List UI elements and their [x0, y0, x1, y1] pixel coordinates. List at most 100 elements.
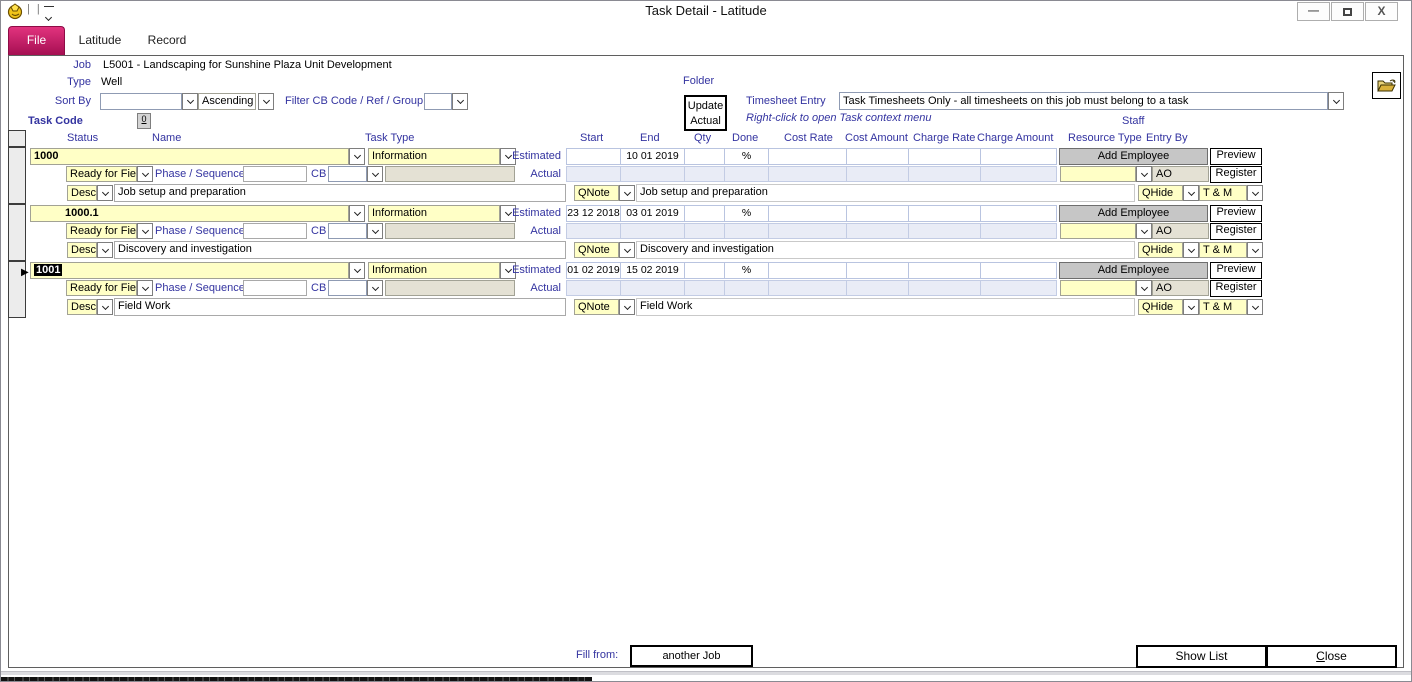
task-code-dropdown[interactable] — [349, 205, 365, 222]
done-actual-cell[interactable] — [724, 280, 769, 296]
cost-rate-estimated-cell[interactable] — [768, 205, 847, 222]
resource-type-field[interactable] — [1060, 223, 1136, 239]
maximize-button[interactable] — [1331, 2, 1364, 21]
register-button[interactable]: Register — [1210, 166, 1262, 183]
qnote-selector-field[interactable]: QNote — [574, 185, 619, 201]
add-employee-button[interactable]: Add Employee — [1059, 262, 1208, 279]
cost-amount-estimated-cell[interactable] — [846, 148, 909, 165]
timesheet-entry-value[interactable]: Task Timesheets Only - all timesheets on… — [839, 92, 1328, 110]
close-button[interactable]: X — [1365, 2, 1398, 21]
show-list-button[interactable]: Show List — [1136, 645, 1267, 668]
charge-amount-actual-cell[interactable] — [980, 280, 1057, 296]
qhide-dropdown[interactable] — [1183, 299, 1199, 315]
qnote-dropdown[interactable] — [619, 299, 635, 315]
qty-actual-cell[interactable] — [684, 280, 725, 296]
resource-type-field[interactable] — [1060, 166, 1136, 182]
register-button[interactable]: Register — [1210, 280, 1262, 297]
charge-amount-actual-cell[interactable] — [980, 223, 1057, 239]
preview-button[interactable]: Preview — [1210, 205, 1262, 222]
qty-estimated-cell[interactable] — [684, 148, 725, 165]
cost-rate-actual-cell[interactable] — [768, 223, 847, 239]
resource-type-dropdown[interactable] — [1136, 223, 1152, 239]
description-field[interactable]: Field Work — [114, 298, 566, 316]
cb-field[interactable] — [328, 280, 367, 296]
cost-rate-estimated-cell[interactable] — [768, 262, 847, 279]
start-estimated-cell[interactable] — [566, 148, 621, 165]
status-field[interactable]: Ready for Fie — [66, 223, 137, 239]
add-employee-button[interactable]: Add Employee — [1059, 205, 1208, 222]
qnote-selector-field[interactable]: QNote — [574, 299, 619, 315]
cb-dropdown[interactable] — [367, 280, 383, 296]
qhide-field[interactable]: QHide — [1138, 242, 1183, 258]
cost-rate-estimated-cell[interactable] — [768, 148, 847, 165]
cost-amount-actual-cell[interactable] — [846, 223, 909, 239]
qnote-field[interactable]: Field Work — [636, 298, 1135, 316]
qhide-field[interactable]: QHide — [1138, 299, 1183, 315]
another-job-button[interactable]: another Job — [630, 645, 753, 667]
done-estimated-cell[interactable]: % — [724, 205, 769, 222]
cost-amount-estimated-cell[interactable] — [846, 262, 909, 279]
qhide-dropdown[interactable] — [1183, 242, 1199, 258]
tab-file[interactable]: File — [8, 26, 65, 55]
end-actual-cell[interactable] — [620, 223, 685, 239]
billing-type-field[interactable]: T & M — [1199, 185, 1247, 201]
task-code-field[interactable]: 1000 — [30, 148, 349, 165]
sort-by-dropdown[interactable] — [182, 93, 198, 110]
task-type-field[interactable]: Information — [368, 262, 500, 279]
end-estimated-cell[interactable]: 15 02 2019 — [620, 262, 685, 279]
billing-type-field[interactable]: T & M — [1199, 242, 1247, 258]
qhide-field[interactable]: QHide — [1138, 185, 1183, 201]
qhide-dropdown[interactable] — [1183, 185, 1199, 201]
charge-amount-estimated-cell[interactable] — [980, 148, 1057, 165]
phase-sequence-field[interactable] — [243, 166, 307, 182]
cb-field[interactable] — [328, 166, 367, 182]
open-folder-button[interactable] — [1372, 72, 1401, 99]
description-field[interactable]: Discovery and investigation — [114, 241, 566, 259]
charge-amount-actual-cell[interactable] — [980, 166, 1057, 182]
end-actual-cell[interactable] — [620, 280, 685, 296]
tab-latitude[interactable]: Latitude — [68, 28, 132, 55]
sort-direction-dropdown[interactable] — [258, 93, 274, 110]
billing-type-dropdown[interactable] — [1247, 185, 1263, 201]
tab-record[interactable]: Record — [136, 28, 198, 55]
status-field[interactable]: Ready for Fie — [66, 166, 137, 182]
done-actual-cell[interactable] — [724, 223, 769, 239]
qnote-dropdown[interactable] — [619, 242, 635, 258]
qnote-field[interactable]: Discovery and investigation — [636, 241, 1135, 259]
end-estimated-cell[interactable]: 10 01 2019 — [620, 148, 685, 165]
desc-dropdown[interactable] — [97, 185, 113, 201]
filter-input[interactable] — [424, 93, 452, 110]
resource-type-dropdown[interactable] — [1136, 280, 1152, 296]
qty-estimated-cell[interactable] — [684, 205, 725, 222]
cb-dropdown[interactable] — [367, 166, 383, 182]
sort-direction-value[interactable]: Ascending — [198, 93, 256, 110]
phase-sequence-field[interactable] — [243, 223, 307, 239]
qnote-dropdown[interactable] — [619, 185, 635, 201]
phase-sequence-field[interactable] — [243, 280, 307, 296]
task-code-field[interactable]: 1000.1 — [30, 205, 349, 222]
done-estimated-cell[interactable]: % — [724, 262, 769, 279]
status-field[interactable]: Ready for Fie — [66, 280, 137, 296]
cost-amount-actual-cell[interactable] — [846, 280, 909, 296]
resource-type-dropdown[interactable] — [1136, 166, 1152, 182]
close-dialog-button[interactable]: Close — [1266, 645, 1397, 668]
charge-rate-actual-cell[interactable] — [908, 223, 981, 239]
resource-type-field[interactable] — [1060, 280, 1136, 296]
done-estimated-cell[interactable]: % — [724, 148, 769, 165]
charge-rate-estimated-cell[interactable] — [908, 205, 981, 222]
start-estimated-cell[interactable]: 01 02 2019 — [566, 262, 621, 279]
desc-selector-field[interactable]: Desc — [67, 299, 97, 315]
status-dropdown[interactable] — [137, 223, 153, 239]
qty-actual-cell[interactable] — [684, 166, 725, 182]
qty-actual-cell[interactable] — [684, 223, 725, 239]
task-code-dropdown[interactable] — [349, 148, 365, 165]
preview-button[interactable]: Preview — [1210, 262, 1262, 279]
cb-dropdown[interactable] — [367, 223, 383, 239]
desc-selector-field[interactable]: Desc — [67, 242, 97, 258]
charge-amount-estimated-cell[interactable] — [980, 205, 1057, 222]
qnote-selector-field[interactable]: QNote — [574, 242, 619, 258]
desc-dropdown[interactable] — [97, 299, 113, 315]
start-actual-cell[interactable] — [566, 280, 621, 296]
start-actual-cell[interactable] — [566, 166, 621, 182]
update-actual-button[interactable]: Update Actual — [684, 95, 727, 131]
